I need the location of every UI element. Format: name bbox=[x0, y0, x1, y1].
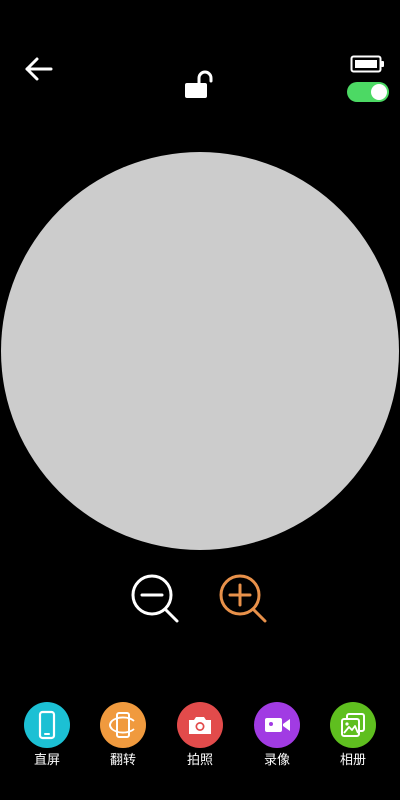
phone-portrait-icon bbox=[38, 710, 56, 740]
action-circle bbox=[254, 702, 300, 748]
action-bar: 直屏 翻转 拍照 录像 相册 bbox=[0, 702, 400, 772]
action-label: 相册 bbox=[339, 753, 366, 768]
camera-icon bbox=[189, 717, 211, 734]
battery-indicator bbox=[350, 54, 386, 74]
gallery-button[interactable]: 相册 bbox=[321, 702, 385, 772]
action-label: 录像 bbox=[263, 753, 290, 768]
action-label: 拍照 bbox=[186, 753, 213, 768]
action-label: 直屏 bbox=[33, 753, 60, 768]
action-circle bbox=[177, 702, 223, 748]
zoom-out-button[interactable] bbox=[129, 572, 181, 624]
action-label: 翻转 bbox=[109, 753, 136, 768]
action-circle bbox=[100, 702, 146, 748]
toggle-knob bbox=[371, 84, 387, 100]
action-circle bbox=[24, 702, 70, 748]
phone-rotate-icon bbox=[109, 712, 135, 738]
lock-button[interactable] bbox=[182, 70, 218, 102]
action-circle bbox=[330, 702, 376, 748]
camera-viewport[interactable] bbox=[1, 152, 399, 550]
battery-icon bbox=[350, 55, 384, 73]
take-photo-button[interactable]: 拍照 bbox=[168, 702, 232, 772]
zoom-out-icon bbox=[131, 574, 179, 623]
zoom-in-icon bbox=[219, 574, 267, 623]
zoom-in-button[interactable] bbox=[217, 572, 269, 624]
light-toggle[interactable] bbox=[347, 82, 389, 102]
portrait-mode-button[interactable]: 直屏 bbox=[15, 702, 79, 772]
camera-screen: 直屏 翻转 拍照 录像 相册 bbox=[0, 0, 400, 800]
record-video-button[interactable]: 录像 bbox=[245, 702, 309, 772]
back-button[interactable] bbox=[22, 54, 56, 84]
arrow-left-icon bbox=[25, 57, 53, 81]
rotate-button[interactable]: 翻转 bbox=[91, 702, 155, 772]
gallery-icon bbox=[341, 713, 365, 737]
unlock-icon bbox=[185, 70, 213, 98]
video-camera-icon bbox=[265, 718, 290, 732]
